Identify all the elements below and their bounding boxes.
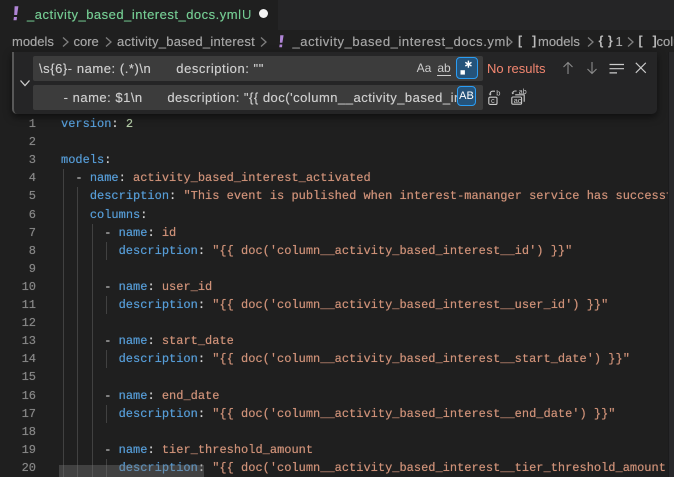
svg-text:ac: ac [514,96,522,105]
svg-text:b: b [496,89,500,98]
svg-text:c: c [491,96,495,105]
